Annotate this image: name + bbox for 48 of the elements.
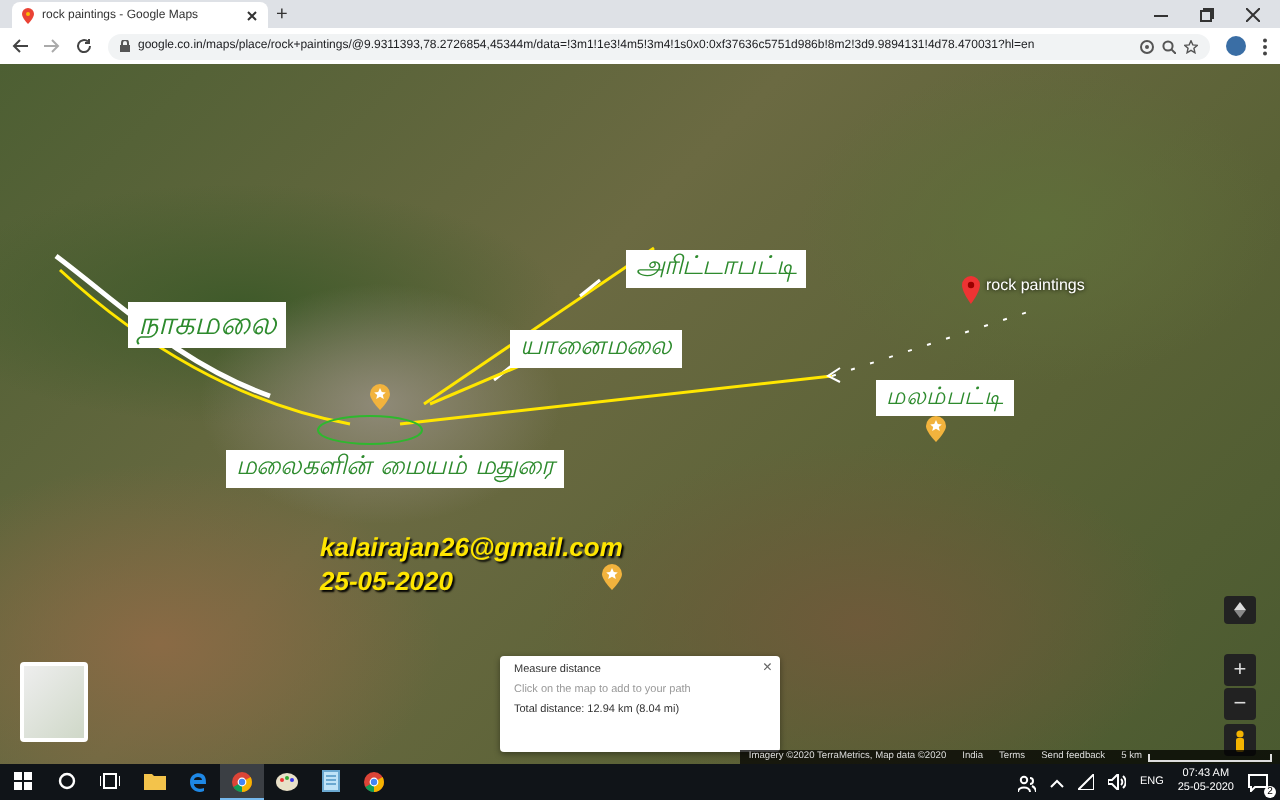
- chrome-icon[interactable]: [232, 771, 252, 791]
- annotation-caption: 25-05-2020: [320, 566, 453, 596]
- star-icon[interactable]: [1184, 39, 1198, 53]
- annotation-label: அரிட்டாபட்டி: [626, 250, 806, 288]
- annotation-label: யானைமலை: [510, 330, 682, 368]
- paint-palette-icon[interactable]: [275, 771, 297, 791]
- annotation-label: நாகமலை: [128, 302, 286, 348]
- starred-place-pin-icon[interactable]: [370, 384, 390, 410]
- speaker-icon[interactable]: [1107, 774, 1126, 790]
- close-icon[interactable]: [1246, 7, 1260, 21]
- people-icon[interactable]: [1017, 773, 1036, 791]
- place-label[interactable]: rock paintings: [986, 276, 1085, 294]
- back-icon[interactable]: [12, 38, 28, 54]
- annotation-label: மலம்பட்டி: [876, 380, 1014, 416]
- zoom-out-button[interactable]: −: [1224, 688, 1256, 720]
- compass-icon: [1234, 602, 1246, 618]
- starred-place-pin-icon[interactable]: [602, 564, 622, 590]
- taskbar-button[interactable]: [220, 764, 264, 800]
- layers-toggle[interactable]: [20, 662, 88, 742]
- notification-icon[interactable]: [1248, 773, 1268, 791]
- edge-icon[interactable]: [188, 771, 208, 791]
- chrome-icon[interactable]: [364, 771, 384, 791]
- annotation-label: மலைகளின் மையம் மதுரை: [226, 450, 565, 488]
- restore-icon[interactable]: [1200, 7, 1214, 21]
- windows-logo-icon: [13, 772, 31, 790]
- satellite-map[interactable]: [0, 64, 1280, 764]
- zoom-in-button[interactable]: +: [1224, 654, 1256, 686]
- pegman-icon: [1234, 729, 1246, 751]
- reload-icon[interactable]: [76, 38, 92, 54]
- location-icon[interactable]: [1140, 39, 1154, 53]
- close-icon[interactable]: [246, 9, 258, 21]
- lock-icon: [120, 40, 130, 52]
- task-view-icon[interactable]: [100, 772, 120, 790]
- profile-avatar[interactable]: [1226, 36, 1246, 56]
- network-icon[interactable]: [1077, 774, 1094, 790]
- compass-control[interactable]: [1224, 596, 1256, 624]
- search-circle-icon[interactable]: [57, 772, 75, 790]
- close-button[interactable]: ×: [762, 658, 772, 676]
- map-pin-icon: [22, 7, 34, 23]
- scale-bar: [1148, 753, 1272, 761]
- chevron-up-icon[interactable]: [1049, 777, 1064, 787]
- notepad-icon[interactable]: [321, 770, 339, 792]
- menu-icon[interactable]: [1262, 37, 1268, 55]
- annotation-caption: kalairajan26@gmail.com: [320, 532, 623, 562]
- folder-icon[interactable]: [143, 772, 165, 790]
- starred-place-pin-icon[interactable]: [926, 416, 946, 442]
- new-tab-button[interactable]: +: [276, 2, 288, 28]
- zoom-icon[interactable]: [1162, 39, 1176, 53]
